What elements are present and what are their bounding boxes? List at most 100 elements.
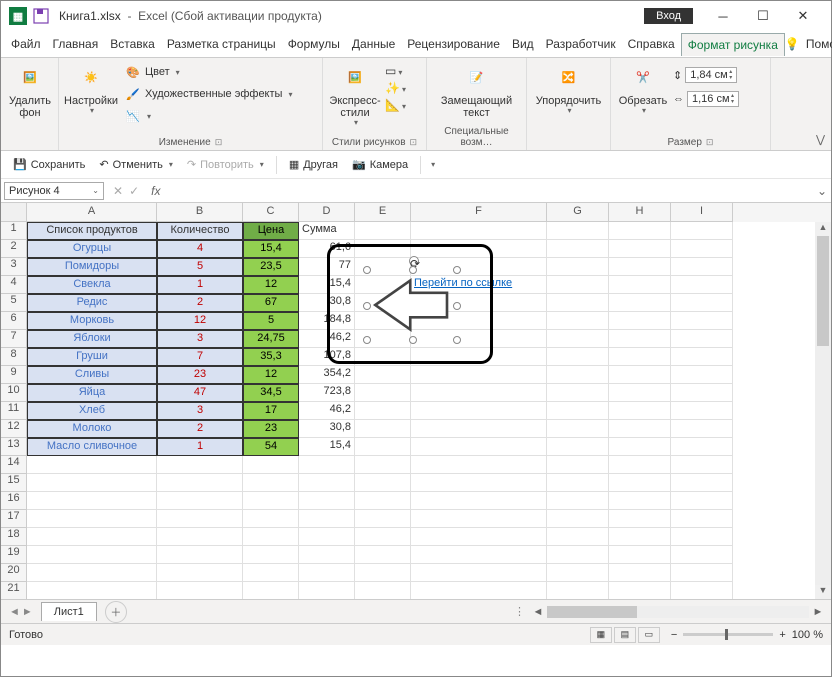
corrections-button[interactable]: ☀️Настройки▾ <box>65 60 117 120</box>
qat-other[interactable]: ▦Другая <box>285 156 342 173</box>
cell-D8[interactable]: 107,8 <box>299 348 355 366</box>
cell-E14[interactable] <box>355 456 411 474</box>
cell-G5[interactable] <box>547 294 609 312</box>
height-input[interactable]: ⇕1,84 см▴▾ <box>673 66 739 84</box>
login-button[interactable]: Вход <box>644 8 693 24</box>
tab-data[interactable]: Данные <box>346 33 401 55</box>
dialog-launcher-change[interactable]: ⊡ <box>215 137 223 147</box>
cell-C9[interactable]: 12 <box>243 366 299 384</box>
cell-A9[interactable]: Сливы <box>27 366 157 384</box>
hscroll-grip[interactable]: ⋮ <box>514 605 531 618</box>
cell-G21[interactable] <box>547 582 609 599</box>
cell-B9[interactable]: 23 <box>157 366 243 384</box>
cell-B2[interactable]: 4 <box>157 240 243 258</box>
resize-handle-w[interactable] <box>363 302 371 310</box>
tab-developer[interactable]: Разработчик <box>540 33 622 55</box>
cell-C17[interactable] <box>243 510 299 528</box>
vertical-scrollbar[interactable]: ▲ ▼ <box>815 222 831 599</box>
vscroll-thumb[interactable] <box>817 236 829 346</box>
cell-I20[interactable] <box>671 564 733 582</box>
cell-F12[interactable] <box>411 420 547 438</box>
resize-handle-se[interactable] <box>453 336 461 344</box>
resize-handle-nw[interactable] <box>363 266 371 274</box>
tab-insert[interactable]: Вставка <box>104 33 161 55</box>
col-F[interactable]: F <box>411 203 547 222</box>
row-3[interactable]: 3 <box>1 258 27 276</box>
cell-C6[interactable]: 5 <box>243 312 299 330</box>
tab-review[interactable]: Рецензирование <box>401 33 506 55</box>
arrange-button[interactable]: 🔀Упорядочить▾ <box>533 60 604 120</box>
cell-I10[interactable] <box>671 384 733 402</box>
row-14[interactable]: 14 <box>1 456 27 474</box>
qat-customize[interactable]: ▾ <box>431 160 435 169</box>
cell-F2[interactable] <box>411 240 547 258</box>
cell-F16[interactable] <box>411 492 547 510</box>
cell-C20[interactable] <box>243 564 299 582</box>
cell-C11[interactable]: 17 <box>243 402 299 420</box>
cell-E20[interactable] <box>355 564 411 582</box>
effects2-icon[interactable]: ✨▾ <box>385 81 406 95</box>
cell-B8[interactable]: 7 <box>157 348 243 366</box>
select-all-corner[interactable] <box>1 203 27 222</box>
cell-B3[interactable]: 5 <box>157 258 243 276</box>
cell-D11[interactable]: 46,2 <box>299 402 355 420</box>
cell-D9[interactable]: 354,2 <box>299 366 355 384</box>
compress-button[interactable]: 📉▾ <box>121 106 296 126</box>
cell-F1[interactable] <box>411 222 547 240</box>
cell-D15[interactable] <box>299 474 355 492</box>
cell-A2[interactable]: Огурцы <box>27 240 157 258</box>
cell-F10[interactable] <box>411 384 547 402</box>
cell-D18[interactable] <box>299 528 355 546</box>
cell-H10[interactable] <box>609 384 671 402</box>
cell-H6[interactable] <box>609 312 671 330</box>
col-G[interactable]: G <box>547 203 609 222</box>
cell-H3[interactable] <box>609 258 671 276</box>
col-C[interactable]: C <box>243 203 299 222</box>
col-B[interactable]: B <box>157 203 243 222</box>
cell-B16[interactable] <box>157 492 243 510</box>
cell-B4[interactable]: 1 <box>157 276 243 294</box>
cell-H14[interactable] <box>609 456 671 474</box>
zoom-slider[interactable] <box>683 633 773 636</box>
cell-E11[interactable] <box>355 402 411 420</box>
cell-D3[interactable]: 77 <box>299 258 355 276</box>
col-A[interactable]: A <box>27 203 157 222</box>
cell-G4[interactable] <box>547 276 609 294</box>
cell-F21[interactable] <box>411 582 547 599</box>
cell-A15[interactable] <box>27 474 157 492</box>
cell-D20[interactable] <box>299 564 355 582</box>
hscroll-thumb[interactable] <box>547 606 637 618</box>
zoom-in[interactable]: + <box>779 629 785 641</box>
cell-F11[interactable] <box>411 402 547 420</box>
sheet-nav-next[interactable]: ► <box>22 606 33 618</box>
cell-C7[interactable]: 24,75 <box>243 330 299 348</box>
expand-formula-bar[interactable]: ⌄ <box>813 184 831 198</box>
cell-H8[interactable] <box>609 348 671 366</box>
cell-E21[interactable] <box>355 582 411 599</box>
cell-F18[interactable] <box>411 528 547 546</box>
rotate-handle[interactable]: ⟳ <box>409 256 419 266</box>
artistic-effects-button[interactable]: 🖌️Художественные эффекты▾ <box>121 84 296 104</box>
cell-H5[interactable] <box>609 294 671 312</box>
dialog-launcher-size[interactable]: ⊡ <box>706 137 714 147</box>
cell-A18[interactable] <box>27 528 157 546</box>
cell-B13[interactable]: 1 <box>157 438 243 456</box>
cell-D7[interactable]: 46,2 <box>299 330 355 348</box>
row-9[interactable]: 9 <box>1 366 27 384</box>
cell-A14[interactable] <box>27 456 157 474</box>
cell-C19[interactable] <box>243 546 299 564</box>
cell-C2[interactable]: 15,4 <box>243 240 299 258</box>
cell-A12[interactable]: Молоко <box>27 420 157 438</box>
cell-C16[interactable] <box>243 492 299 510</box>
cell-I21[interactable] <box>671 582 733 599</box>
cell-D16[interactable] <box>299 492 355 510</box>
cell-B15[interactable] <box>157 474 243 492</box>
scroll-right[interactable]: ► <box>811 606 825 618</box>
cell-I7[interactable] <box>671 330 733 348</box>
qat-redo[interactable]: ↷Повторить▾ <box>183 156 268 173</box>
row-7[interactable]: 7 <box>1 330 27 348</box>
cell-G16[interactable] <box>547 492 609 510</box>
cell-H17[interactable] <box>609 510 671 528</box>
cell-B7[interactable]: 3 <box>157 330 243 348</box>
width-input[interactable]: ⇔1,16 см▴▾ <box>673 90 739 108</box>
